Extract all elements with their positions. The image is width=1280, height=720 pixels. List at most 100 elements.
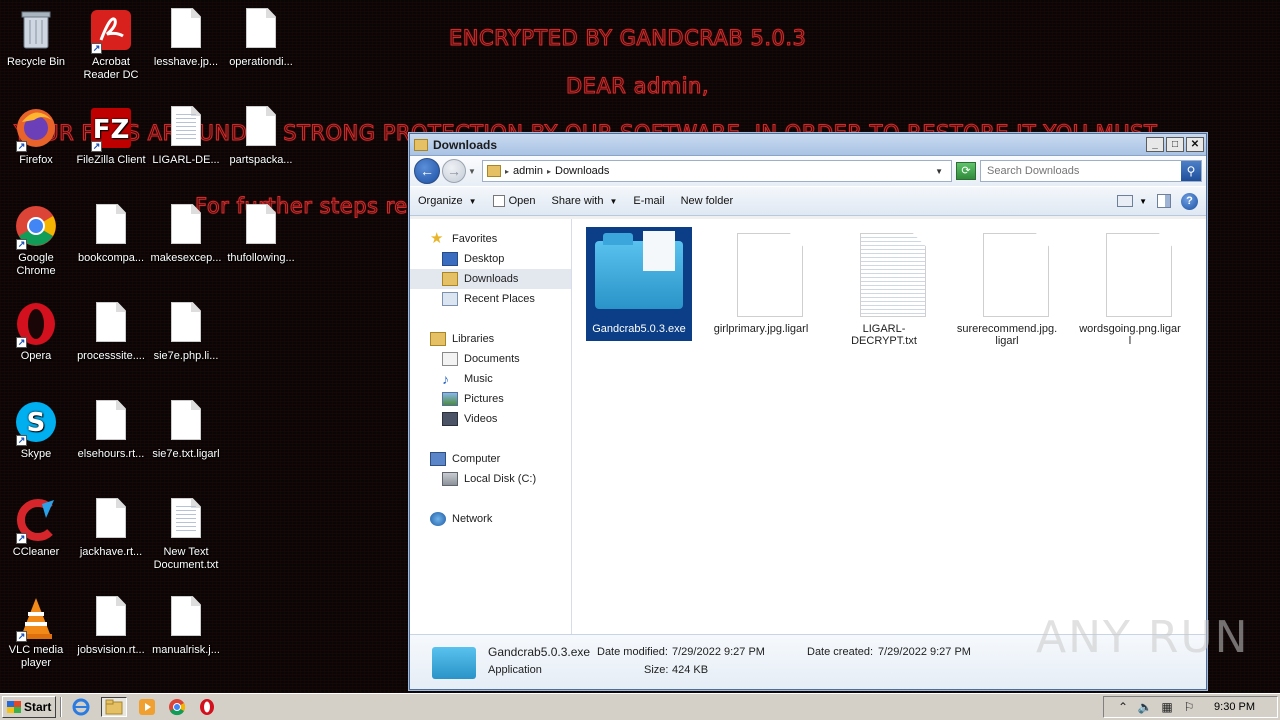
address-dropdown[interactable]: ▼ [935,167,943,176]
desktop-icon-firefox[interactable]: ↗ Firefox [0,104,74,167]
file-icon [87,398,135,446]
chevron-down-icon: ▼ [609,196,618,206]
desktop-icon-opera[interactable]: ↗ Opera [0,300,74,363]
nav-libraries[interactable]: Libraries [410,329,571,349]
desktop-file-bookcompa[interactable]: bookcompa... [73,202,149,265]
nav-music[interactable]: ♪ Music [410,369,571,389]
desktop-file-processsite[interactable]: processsite.... [73,300,149,363]
show-hidden-icons-icon[interactable]: ⌃ [1115,700,1131,714]
desktop-icon-acrobat[interactable]: ↗ Acrobat Reader DC [73,6,149,82]
nav-downloads[interactable]: Downloads [410,269,571,289]
file-item[interactable]: wordsgoing.png.ligarl [1077,227,1183,347]
desktop-file-sie7e-txt[interactable]: sie7e.txt.ligarl [148,398,224,461]
desktop-file-ligarl-decrypt[interactable]: LIGARL-DE... [148,104,224,167]
recycle-bin-icon [12,6,60,54]
desktop-icon-chrome[interactable]: ↗ Google Chrome [0,202,74,278]
new-folder-button[interactable]: New folder [681,195,734,207]
nav-network[interactable]: Network [410,509,571,529]
window-titlebar[interactable]: Downloads _ □ ✕ [410,134,1206,156]
desktop-file-lesshave[interactable]: lesshave.jp... [148,6,224,69]
opera-icon[interactable] [197,697,217,717]
chevron-down-icon[interactable]: ▼ [1139,197,1147,206]
desktop-file-makesexcep[interactable]: makesexcep... [148,202,224,265]
chrome-icon: ↗ [12,202,60,250]
nav-desktop[interactable]: Desktop [410,249,571,269]
search-icon[interactable]: ⚲ [1181,161,1201,181]
recent-places-icon [442,292,458,306]
close-button[interactable]: ✕ [1186,137,1204,152]
action-center-flag-icon[interactable]: ⚐ [1181,700,1197,714]
file-item[interactable]: surerecommend.jpg.ligarl [954,227,1060,347]
desktop-file-sie7e-php[interactable]: sie7e.php.li... [148,300,224,363]
organize-button[interactable]: Organize ▼ [418,195,477,207]
nav-documents[interactable]: Documents [410,349,571,369]
chrome-icon[interactable] [167,697,187,717]
ransom-title: ENCRYPTED BY GANDCRAB 5.0.3 [448,26,807,51]
email-button[interactable]: E-mail [633,195,664,207]
media-player-icon[interactable] [137,697,157,717]
desktop-file-operationdi[interactable]: operationdi... [223,6,299,69]
start-button[interactable]: Start [2,696,57,718]
nav-favorites[interactable]: ★ Favorites [410,229,571,249]
help-icon[interactable]: ? [1181,192,1198,210]
desktop-icon-vlc[interactable]: ↗ VLC media player [0,594,74,670]
change-view-icon[interactable] [1117,195,1134,207]
acrobat-icon: ↗ [87,6,135,54]
desktop-file-new-text-document[interactable]: New Text Document.txt [148,496,224,572]
nav-local-disk[interactable]: Local Disk (C:) [410,469,571,489]
desktop-file-partspacka[interactable]: partspacka... [223,104,299,167]
nav-videos[interactable]: Videos [410,409,571,429]
network-icon[interactable]: ▦ [1159,700,1175,714]
address-bar[interactable]: ▸ admin ▸ Downloads ▼ [482,160,952,182]
file-item[interactable]: Gandcrab5.0.3.exe [586,227,692,341]
details-size-label: Size: [644,664,669,676]
desktop-icon-ccleaner[interactable]: ↗ CCleaner [0,496,74,559]
file-list[interactable]: Gandcrab5.0.3.exe girlprimary.jpg.ligarl… [572,219,1206,634]
taskbar: Start ⌃ 🔈 ▦ ⚐ 9:30 PM [0,693,1280,720]
breadcrumb-downloads[interactable]: Downloads [555,165,609,177]
maximize-button[interactable]: □ [1166,137,1184,152]
desktop-file-elsehours[interactable]: elsehours.rt... [73,398,149,461]
clock[interactable]: 9:30 PM [1214,701,1255,713]
libraries-icon [430,332,446,346]
forward-button[interactable]: → [442,159,466,183]
back-button[interactable]: ← [414,158,440,184]
volume-icon[interactable]: 🔈 [1137,700,1153,714]
desktop-file-jobsvision[interactable]: jobsvision.rt... [73,594,149,657]
desktop-file-thufollowing[interactable]: thufollowing... [223,202,299,265]
open-button[interactable]: Open [492,195,535,207]
file-icon [955,227,1059,319]
explorer-window[interactable]: Downloads _ □ ✕ ← → ▼ ▸ admin ▸ Download… [409,133,1207,690]
desktop-icon-recycle-bin[interactable]: Recycle Bin [0,6,74,69]
vlc-icon: ↗ [12,594,60,642]
desktop-icon-skype[interactable]: S ↗ Skype [0,398,74,461]
file-item[interactable]: girlprimary.jpg.ligarl [708,227,814,335]
explorer-taskbar-icon[interactable] [101,697,128,717]
file-icon [237,202,285,250]
search-input[interactable] [987,165,1181,177]
minimize-button[interactable]: _ [1146,137,1164,152]
file-name: girlprimary.jpg.ligarl [713,323,809,335]
desktop-file-jackhave[interactable]: jackhave.rt... [73,496,149,559]
disk-icon [442,472,458,486]
preview-pane-icon[interactable] [1157,194,1171,208]
breadcrumb-admin[interactable]: admin [513,165,543,177]
command-bar: Organize ▼ Open Share with ▼ E-mail New fo… [410,186,1206,216]
search-box[interactable]: ⚲ [980,160,1202,182]
refresh-button[interactable]: ⟳ [956,162,976,180]
text-file-icon [162,104,210,152]
desktop-icon-filezilla[interactable]: FZ ↗ FileZilla Client [73,104,149,167]
file-icon [1078,227,1182,319]
file-item[interactable]: LIGARL-DECRYPT.txt [831,227,937,347]
history-dropdown[interactable]: ▼ [468,167,478,176]
nav-pictures[interactable]: Pictures [410,389,571,409]
desktop-file-manualrisk[interactable]: manualrisk.j... [148,594,224,657]
nav-recent-places[interactable]: Recent Places [410,289,571,309]
internet-explorer-icon[interactable] [71,697,91,717]
skype-icon: S ↗ [12,398,60,446]
nav-computer[interactable]: Computer [410,449,571,469]
share-with-button[interactable]: Share with ▼ [551,195,617,207]
file-name: Gandcrab5.0.3.exe [592,323,686,335]
file-name: LIGARL-DECRYPT.txt [851,323,917,347]
firefox-icon: ↗ [12,104,60,152]
